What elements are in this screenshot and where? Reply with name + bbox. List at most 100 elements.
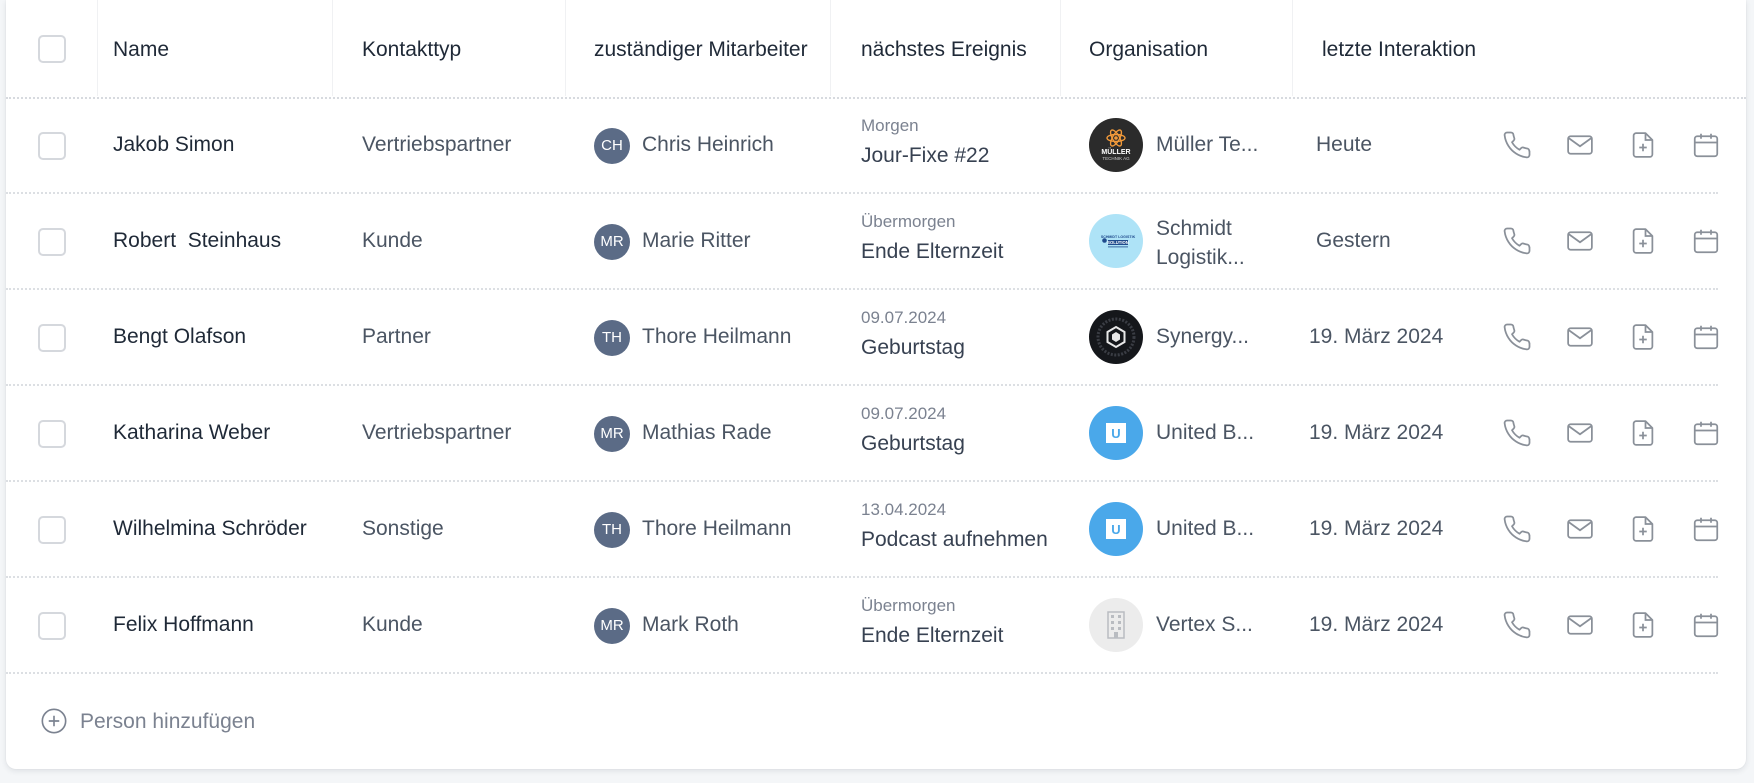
contact-name[interactable]: Katharina Weber	[113, 421, 270, 445]
contact-name[interactable]: Jakob Simon	[113, 133, 234, 157]
plus-circle-icon[interactable]	[40, 707, 68, 735]
mail-icon	[1567, 519, 1593, 539]
schmidt-logo-text: SCHMIDT LOGISTIK	[1101, 235, 1136, 239]
employee-name: Mathias Rade	[642, 421, 772, 444]
event-date: Übermorgen	[861, 596, 956, 615]
mueller-logo-text: MÜLLER	[1101, 147, 1130, 156]
add-document-button[interactable]	[1628, 514, 1658, 544]
add-document-button[interactable]	[1628, 610, 1658, 640]
contact-name[interactable]: Bengt Olafson	[113, 325, 246, 349]
select-all-checkbox[interactable]	[38, 35, 66, 63]
email-button[interactable]	[1565, 610, 1595, 640]
mueller-logo: MÜLLER TECHNIK AG	[1089, 118, 1143, 172]
contact-name[interactable]: Wilhelmina Schröder	[113, 517, 307, 541]
avatar: TH	[594, 320, 630, 356]
mueller-logo-subtext: TECHNIK AG	[1102, 156, 1130, 161]
row-checkbox[interactable]	[38, 612, 66, 640]
table-row[interactable]: Bengt Olafson Partner TH Thore Heilmann …	[6, 290, 1746, 386]
column-divider	[97, 0, 98, 96]
add-document-button[interactable]	[1628, 322, 1658, 352]
schedule-button[interactable]	[1691, 418, 1721, 448]
email-button[interactable]	[1565, 226, 1595, 256]
call-button[interactable]	[1502, 226, 1532, 256]
schedule-button[interactable]	[1691, 514, 1721, 544]
table-row[interactable]: Wilhelmina Schröder Sonstige TH Thore He…	[6, 482, 1746, 578]
phone-icon	[1503, 131, 1531, 159]
contact-name[interactable]: Robert Steinhaus	[113, 229, 281, 253]
calendar-icon	[1693, 613, 1719, 638]
contacts-table: Name Kontakttyp zuständiger Mitarbeiter …	[6, 0, 1746, 769]
call-button[interactable]	[1502, 514, 1532, 544]
event-title[interactable]: Geburtstag	[861, 336, 965, 360]
last-interaction: 19. März 2024	[1309, 613, 1444, 636]
email-button[interactable]	[1565, 514, 1595, 544]
event-title[interactable]: Podcast aufnehmen	[861, 528, 1048, 552]
call-button[interactable]	[1502, 418, 1532, 448]
call-button[interactable]	[1502, 610, 1532, 640]
call-button[interactable]	[1502, 130, 1532, 160]
row-checkbox[interactable]	[38, 132, 66, 160]
column-header-name[interactable]: Name	[113, 38, 169, 62]
avatar: CH	[594, 128, 630, 164]
organisation-name[interactable]: Vertex S...	[1156, 613, 1274, 637]
call-button[interactable]	[1502, 322, 1532, 352]
contact-type: Kunde	[362, 229, 423, 252]
column-header-next-event[interactable]: nächstes Ereignis	[861, 38, 1027, 62]
add-person-row[interactable]: Person hinzufügen	[6, 672, 1746, 742]
add-person-button[interactable]: Person hinzufügen	[80, 710, 255, 734]
event-title[interactable]: Ende Elternzeit	[861, 624, 1003, 648]
row-checkbox[interactable]	[38, 324, 66, 352]
add-document-button[interactable]	[1628, 418, 1658, 448]
schmidt-logo-subtext: SOLUTION	[1107, 240, 1129, 245]
file-plus-icon	[1632, 420, 1654, 446]
calendar-icon	[1693, 421, 1719, 446]
column-header-contact-type[interactable]: Kontakttyp	[362, 38, 461, 62]
phone-icon	[1503, 227, 1531, 255]
organisation-name[interactable]: United B...	[1156, 421, 1274, 445]
add-document-button[interactable]	[1628, 130, 1658, 160]
last-interaction: Gestern	[1316, 229, 1391, 252]
event-title[interactable]: Ende Elternzeit	[861, 240, 1003, 264]
employee-name: Marie Ritter	[642, 229, 751, 252]
schedule-button[interactable]	[1691, 130, 1721, 160]
mail-icon	[1567, 135, 1593, 155]
column-header-employee[interactable]: zuständiger Mitarbeiter	[594, 38, 808, 62]
event-title[interactable]: Geburtstag	[861, 432, 965, 456]
mail-icon	[1567, 423, 1593, 443]
schedule-button[interactable]	[1691, 610, 1721, 640]
organisation-name[interactable]: Synergy...	[1156, 325, 1274, 349]
row-checkbox[interactable]	[38, 420, 66, 448]
united-logo-letter: U	[1111, 522, 1120, 537]
add-document-button[interactable]	[1628, 226, 1658, 256]
email-button[interactable]	[1565, 322, 1595, 352]
contact-name[interactable]: Felix Hoffmann	[113, 613, 254, 637]
column-divider	[1292, 0, 1293, 96]
organisation-name[interactable]: United B...	[1156, 517, 1274, 541]
event-date: 09.07.2024	[861, 308, 947, 327]
email-button[interactable]	[1565, 130, 1595, 160]
file-plus-icon	[1632, 516, 1654, 542]
schedule-button[interactable]	[1691, 226, 1721, 256]
phone-icon	[1503, 611, 1531, 639]
file-plus-icon	[1632, 228, 1654, 254]
contact-type: Sonstige	[362, 517, 444, 540]
table-row[interactable]: Jakob Simon Vertriebspartner CH Chris He…	[6, 98, 1746, 194]
column-divider	[565, 0, 566, 96]
column-header-organisation[interactable]: Organisation	[1089, 38, 1208, 62]
avatar: MR	[594, 224, 630, 260]
row-checkbox[interactable]	[38, 516, 66, 544]
column-header-last-interaction[interactable]: letzte Interaktion	[1322, 38, 1476, 62]
email-button[interactable]	[1565, 418, 1595, 448]
row-checkbox[interactable]	[38, 228, 66, 256]
table-row[interactable]: Robert Steinhaus Kunde MR Marie Ritter Ü…	[6, 194, 1746, 290]
table-row[interactable]: Felix Hoffmann Kunde MR Mark Roth Übermo…	[6, 578, 1746, 674]
table-header: Name Kontakttyp zuständiger Mitarbeiter …	[6, 0, 1746, 98]
organisation-name[interactable]: Müller Te...	[1156, 133, 1274, 157]
employee-name: Chris Heinrich	[642, 133, 774, 156]
schedule-button[interactable]	[1691, 322, 1721, 352]
organisation-name-line: Schmidt	[1156, 217, 1232, 240]
table-row[interactable]: Katharina Weber Vertriebspartner MR Math…	[6, 386, 1746, 482]
organisation-name[interactable]: Schmidt Logistik...	[1156, 214, 1274, 272]
file-plus-icon	[1632, 324, 1654, 350]
event-title[interactable]: Jour-Fixe #22	[861, 144, 989, 168]
